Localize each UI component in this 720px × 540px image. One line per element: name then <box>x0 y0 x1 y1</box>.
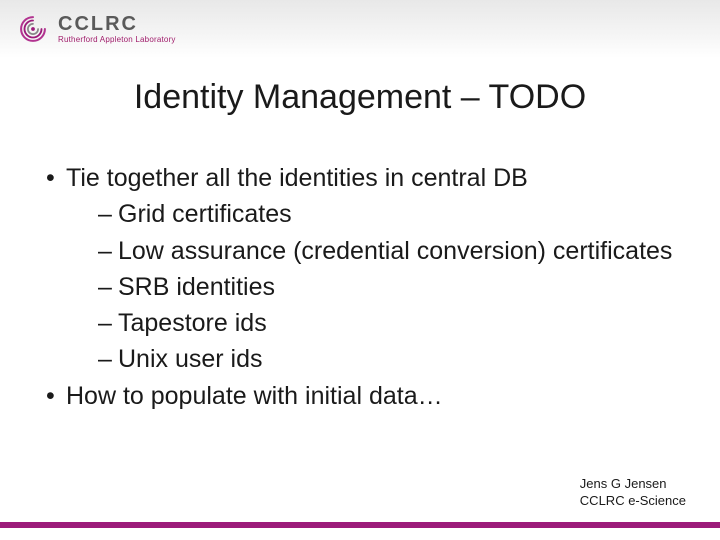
sub-bullet-text: Unix user ids <box>118 341 680 377</box>
sub-bullet-item: – Unix user ids <box>44 341 680 377</box>
footer-org: CCLRC e-Science <box>580 492 686 510</box>
sub-bullet-text: SRB identities <box>118 269 680 305</box>
dash-icon: – <box>98 341 118 377</box>
logo-text: CCLRC Rutherford Appleton Laboratory <box>58 14 176 44</box>
logo-main: CCLRC <box>58 14 176 34</box>
slide-content: • Tie together all the identities in cen… <box>44 160 680 414</box>
bullet-text: Tie together all the identities in centr… <box>66 160 680 196</box>
footer-accent-bar <box>0 522 720 528</box>
bullet-item: • Tie together all the identities in cen… <box>44 160 680 196</box>
sub-bullet-item: – Grid certificates <box>44 196 680 232</box>
bullet-item: • How to populate with initial data… <box>44 378 680 414</box>
logo: CCLRC Rutherford Appleton Laboratory <box>16 12 176 46</box>
dash-icon: – <box>98 233 118 269</box>
dash-icon: – <box>98 269 118 305</box>
dash-icon: – <box>98 305 118 341</box>
sub-bullet-item: – SRB identities <box>44 269 680 305</box>
dash-icon: – <box>98 196 118 232</box>
sub-bullet-item: – Tapestore ids <box>44 305 680 341</box>
sub-bullet-text: Low assurance (credential conversion) ce… <box>118 233 680 269</box>
bullet-text: How to populate with initial data… <box>66 378 680 414</box>
footer: Jens G Jensen CCLRC e-Science <box>580 475 686 510</box>
logo-swirl-icon <box>16 12 50 46</box>
sub-bullet-text: Tapestore ids <box>118 305 680 341</box>
footer-author: Jens G Jensen <box>580 475 686 493</box>
sub-bullet-item: – Low assurance (credential conversion) … <box>44 233 680 269</box>
header-band: CCLRC Rutherford Appleton Laboratory <box>0 0 720 58</box>
sub-bullet-text: Grid certificates <box>118 196 680 232</box>
bullet-dot-icon: • <box>44 378 66 414</box>
bullet-dot-icon: • <box>44 160 66 196</box>
logo-sub: Rutherford Appleton Laboratory <box>58 36 176 44</box>
slide-title: Identity Management – TODO <box>0 78 720 117</box>
